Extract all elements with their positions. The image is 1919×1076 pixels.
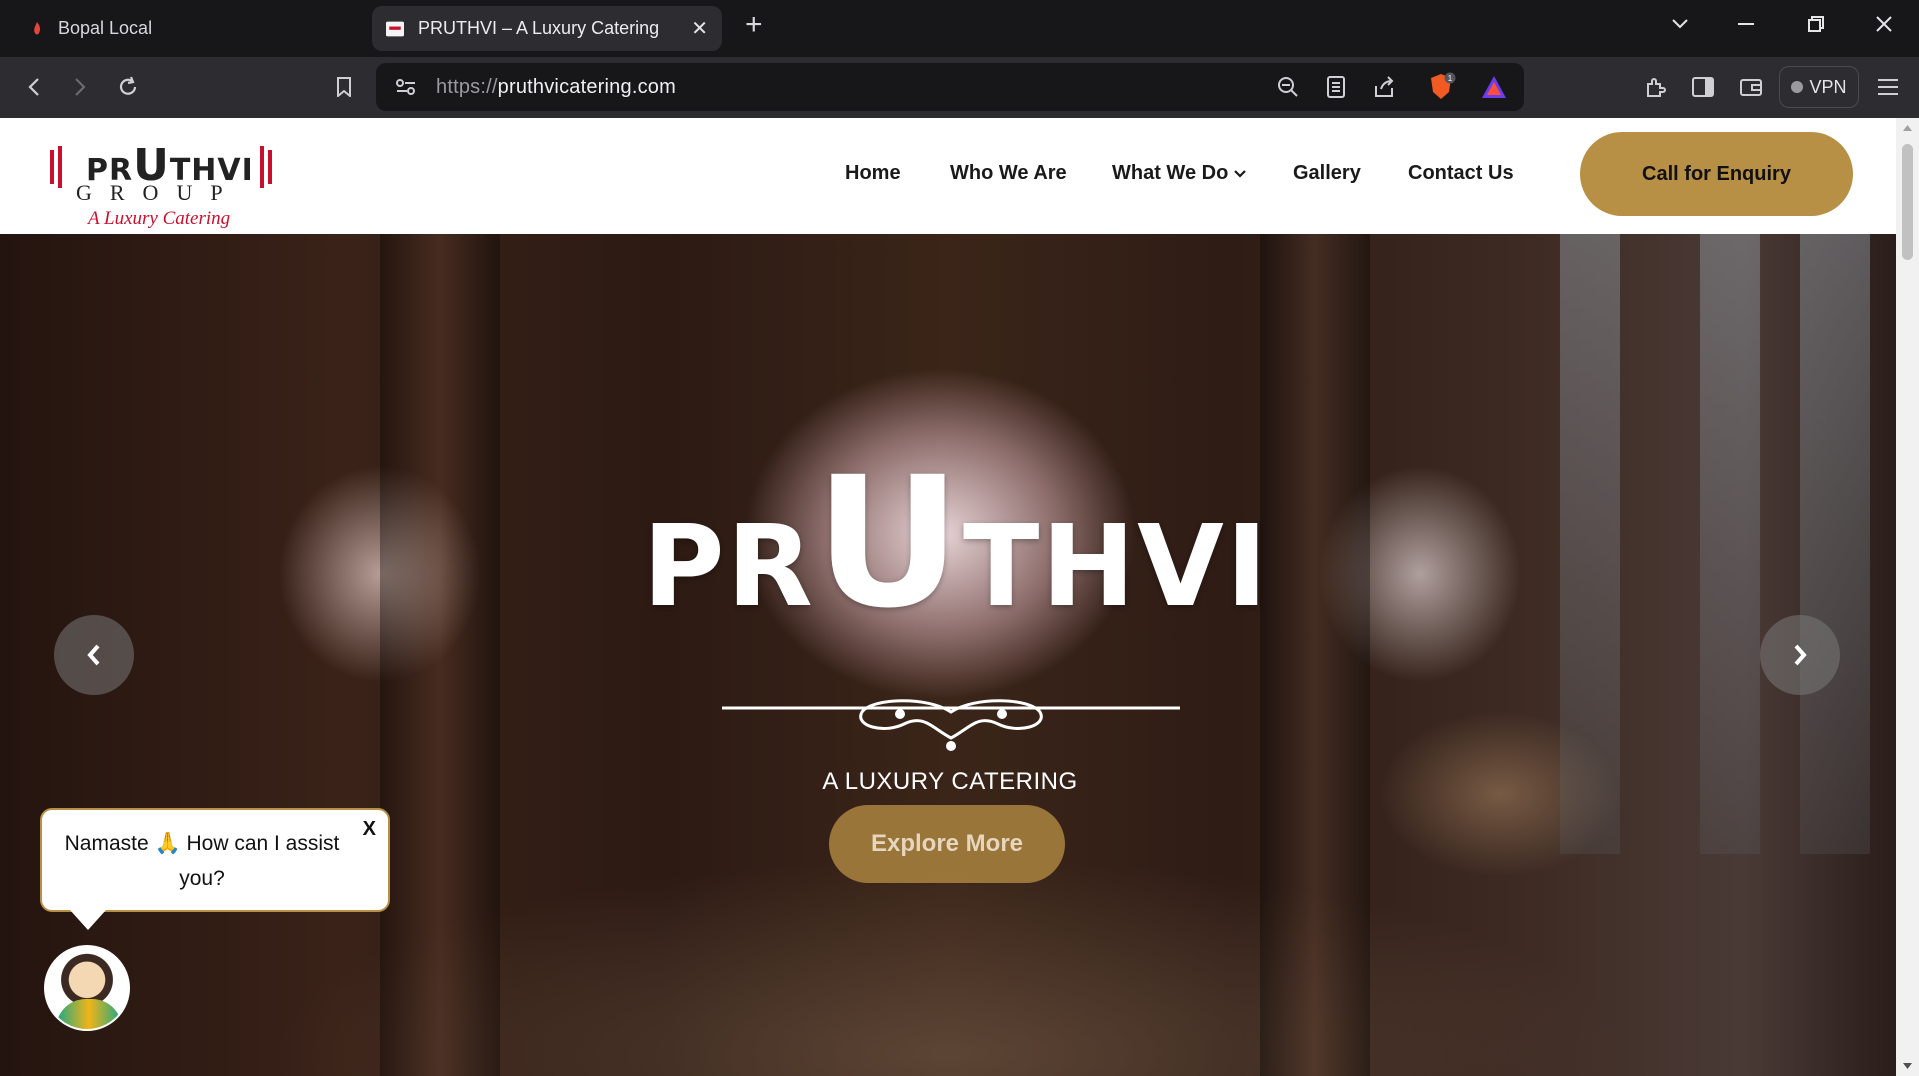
chat-bubble-tail xyxy=(70,910,106,930)
chat-avatar[interactable] xyxy=(44,945,130,1031)
logo-group: GROUP xyxy=(76,180,241,205)
brave-shields-icon[interactable]: 1 xyxy=(1424,69,1460,105)
share-icon[interactable] xyxy=(1366,69,1402,105)
hero-window xyxy=(1700,234,1760,854)
tab-search-chevron-icon[interactable] xyxy=(1660,4,1700,44)
tab-bopal-local[interactable]: Bopal Local xyxy=(10,6,360,51)
chat-bubble: Namaste 🙏 How can I assist you? X xyxy=(40,808,390,930)
close-tab-icon[interactable]: ✕ xyxy=(691,16,708,41)
chevron-right-icon xyxy=(1794,644,1807,666)
nav-contact-us[interactable]: Contact Us xyxy=(1408,162,1514,185)
avatar-sari xyxy=(56,999,122,1029)
site-favicon-icon xyxy=(386,20,404,38)
address-bar[interactable]: https://pruthvicatering.com 1 xyxy=(376,63,1524,111)
scroll-up-icon[interactable] xyxy=(1902,124,1913,132)
tab-pruthvi[interactable]: PRUTHVI – A Luxury Catering ✕ xyxy=(372,6,722,51)
chevron-left-icon xyxy=(87,644,100,666)
explore-more-button[interactable]: Explore More xyxy=(829,805,1065,883)
page-viewport: PRUTHVI GROUP A Luxury Catering Home Who… xyxy=(0,118,1919,1076)
site-logo[interactable]: PRUTHVI GROUP A Luxury Catering xyxy=(46,128,278,229)
flourish-ornament-icon xyxy=(722,699,1180,751)
site-header: PRUTHVI GROUP A Luxury Catering Home Who… xyxy=(0,118,1896,234)
close-window-icon[interactable] xyxy=(1864,4,1904,44)
menu-icon[interactable] xyxy=(1870,69,1906,105)
tab-title: PRUTHVI – A Luxury Catering xyxy=(418,18,660,38)
hero-window xyxy=(1800,234,1870,854)
chat-message: Namaste 🙏 How can I assist you? xyxy=(64,832,340,890)
tab-title: Bopal Local xyxy=(58,18,153,38)
hero-window xyxy=(1560,234,1620,854)
browser-tab-bar: Bopal Local PRUTHVI – A Luxury Catering … xyxy=(0,0,1919,57)
chat-close-button[interactable]: X xyxy=(363,818,376,841)
brave-rewards-icon[interactable] xyxy=(1476,69,1512,105)
minimize-icon[interactable] xyxy=(1727,4,1767,44)
nav-home[interactable]: Home xyxy=(845,162,901,185)
flame-icon xyxy=(30,20,44,38)
hero-curtain xyxy=(380,234,500,1076)
logo-bar xyxy=(50,150,54,184)
url-text: https://pruthvicatering.com xyxy=(436,76,676,98)
site-settings-icon[interactable] xyxy=(388,69,424,105)
zoom-icon[interactable] xyxy=(1270,69,1306,105)
vpn-label: VPN xyxy=(1809,76,1847,97)
nav-who-we-are[interactable]: Who We Are xyxy=(950,162,1067,185)
bookmark-icon[interactable] xyxy=(326,69,362,105)
scroll-down-icon[interactable] xyxy=(1902,1062,1913,1070)
svg-text:1: 1 xyxy=(1448,74,1453,83)
logo-bar xyxy=(268,150,272,184)
call-for-enquiry-button[interactable]: Call for Enquiry xyxy=(1580,132,1853,216)
restore-icon[interactable] xyxy=(1796,4,1836,44)
page-scrollbar[interactable] xyxy=(1896,118,1919,1076)
vpn-button[interactable]: VPN xyxy=(1779,66,1859,108)
reload-icon[interactable] xyxy=(110,69,146,105)
sidebar-icon[interactable] xyxy=(1685,69,1721,105)
slider-next-button[interactable] xyxy=(1760,615,1840,695)
nav-what-we-do[interactable]: What We Do xyxy=(1112,162,1247,185)
hero-curtain xyxy=(1260,234,1370,1076)
vpn-status-icon xyxy=(1791,81,1804,93)
hero-banner: PRUTHVI A LUXURY CATERING Explore More xyxy=(0,234,1896,1076)
logo-tagline: A Luxury Catering xyxy=(88,208,231,229)
back-icon[interactable] xyxy=(16,69,52,105)
chevron-down-icon xyxy=(1234,169,1247,178)
extensions-icon[interactable] xyxy=(1637,69,1673,105)
scrollbar-thumb[interactable] xyxy=(1902,144,1913,260)
nav-gallery[interactable]: Gallery xyxy=(1293,162,1361,185)
browser-toolbar: https://pruthvicatering.com 1 VPN xyxy=(0,57,1919,118)
wallet-icon[interactable] xyxy=(1733,69,1769,105)
hero-brand: PRUTHVI xyxy=(642,439,1270,648)
logo-bar xyxy=(58,146,62,188)
logo-bar xyxy=(260,146,264,188)
reader-mode-icon[interactable] xyxy=(1318,69,1354,105)
new-tab-icon[interactable]: + xyxy=(745,8,763,42)
slider-prev-button[interactable] xyxy=(54,615,134,695)
hero-tagline: A LUXURY CATERING xyxy=(822,768,1078,795)
forward-icon[interactable] xyxy=(62,69,98,105)
